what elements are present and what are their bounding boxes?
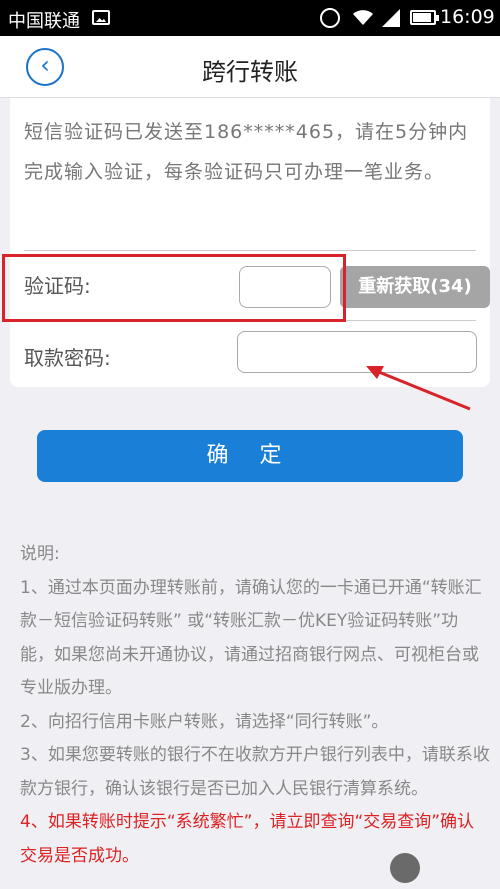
page-title: 跨行转账 (202, 58, 298, 86)
note-item: 2、向招行信用卡账户转账，请选择“同行转账”。 (20, 711, 389, 732)
note-item: 3、如果您要转账的银行不在收款方开户银行列表中，请联系收款方银行，确认该银行是否… (20, 745, 490, 799)
instructions: 说明: 1、通过本页面办理转账前，请确认您的一卡通已开通“转账汇款－短信验证码转… (20, 538, 490, 873)
red-arrow-icon (366, 366, 471, 411)
watermark-logo-icon (390, 853, 420, 883)
battery-icon (410, 10, 439, 25)
alarm-icon (320, 8, 340, 28)
header-bar: ‹ 跨行转账 (0, 36, 500, 98)
clock: 16:09 (440, 6, 495, 28)
note-number: 4、 (20, 812, 48, 832)
image-icon (92, 10, 110, 25)
confirm-button[interactable]: 确 定 (37, 430, 463, 482)
divider (24, 250, 476, 251)
notes-heading: 说明: (20, 544, 60, 564)
sms-notice: 短信验证码已发送至186*****465，请在5分钟内完成输入验证，每条验证码只… (24, 121, 469, 183)
wifi-icon (353, 10, 373, 25)
status-bar: 中国联通 16:09 (0, 0, 500, 36)
note-item: 1、通过本页面办理转账前，请确认您的一卡通已开通“转账汇款－短信验证码转账” 或… (20, 577, 482, 699)
highlight-box (2, 254, 346, 322)
note-item: 4、如果转账时提示“系统繁忙”，请立即查询“交易查询”确认交易是否成功。 (20, 806, 490, 873)
password-label: 取款密码: (24, 346, 111, 370)
carrier-name: 中国联通 (8, 11, 80, 32)
verification-card: 短信验证码已发送至186*****465，请在5分钟内完成输入验证，每条验证码只… (10, 98, 490, 387)
signal-icon (382, 9, 400, 27)
resend-code-button[interactable]: 重新获取(34) (340, 266, 490, 308)
